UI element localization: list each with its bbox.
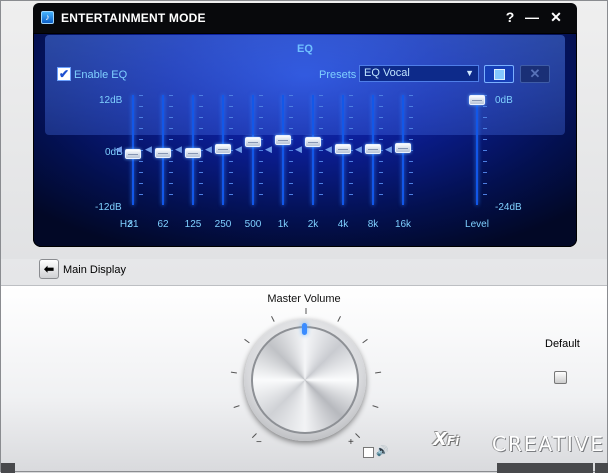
zero-marker-icon: ◀ — [325, 144, 332, 154]
freq-label-62: 62 — [157, 219, 169, 230]
volume-tick — [271, 316, 275, 322]
entertainment-mode-window: ♪ ENTERTAINMENT MODE ? — ✕ EQ ✔ Enable E… — [0, 0, 608, 473]
volume-tick — [244, 338, 250, 344]
eq-ticks — [319, 95, 323, 205]
eq-track — [312, 95, 314, 205]
level-slider[interactable] — [467, 95, 487, 205]
zero-marker-icon: ◀ — [295, 144, 302, 154]
freq-label-2k: 2k — [307, 219, 319, 230]
volume-tick — [233, 405, 240, 408]
volume-tick — [337, 316, 341, 322]
enable-eq-label: Enable EQ — [74, 69, 128, 81]
level-handle[interactable] — [469, 95, 485, 105]
zero-marker-icon: ◀ — [145, 144, 152, 154]
freq-label-500: 500 — [244, 219, 262, 230]
eq-slider-125[interactable]: ◀ — [175, 95, 203, 205]
mute-checkbox[interactable] — [363, 447, 374, 458]
zero-marker-icon: ◀ — [235, 144, 242, 154]
zero-marker-icon: ◀ — [205, 144, 212, 154]
volume-indicator-led — [302, 323, 307, 335]
creative-logo: CREATIVE — [492, 432, 606, 456]
eq-handle-1k[interactable] — [275, 135, 291, 145]
default-button[interactable] — [554, 371, 567, 384]
minimize-button[interactable]: — — [523, 8, 541, 26]
eq-slider-16k[interactable]: ◀ — [385, 95, 413, 205]
eq-slider-31[interactable]: ◀ — [115, 95, 143, 205]
volume-min-mark: − — [256, 437, 262, 448]
app-icon: ♪ — [41, 11, 54, 24]
zero-marker-icon: ◀ — [355, 144, 362, 154]
main-display-label: Main Display — [63, 264, 126, 276]
volume-tick — [375, 371, 382, 374]
eq-slider-1k[interactable]: ◀ — [265, 95, 293, 205]
preset-value: EQ Vocal — [364, 67, 410, 79]
eq-ticks — [259, 95, 263, 205]
zero-marker-icon: ◀ — [385, 144, 392, 154]
db-bottom-label: -12dB — [95, 202, 122, 213]
eq-handle-500[interactable] — [245, 137, 261, 147]
eq-handle-2k[interactable] — [305, 137, 321, 147]
default-label: Default — [545, 338, 580, 350]
eq-title: EQ — [297, 43, 313, 55]
volume-tick — [230, 371, 237, 374]
level-track — [476, 95, 478, 205]
eq-ticks — [289, 95, 293, 205]
eq-handle-125[interactable] — [185, 148, 201, 158]
level-label: Level — [465, 219, 489, 230]
eq-slider-500[interactable]: ◀ — [235, 95, 263, 205]
eq-screen: EQ ✔ Enable EQ Presets EQ Vocal ▼ ✕ 12dB… — [33, 33, 577, 247]
presets-dropdown[interactable]: EQ Vocal ▼ — [359, 65, 479, 82]
eq-handle-62[interactable] — [155, 148, 171, 158]
eq-handle-8k[interactable] — [365, 144, 381, 154]
eq-slider-250[interactable]: ◀ — [205, 95, 233, 205]
help-button[interactable]: ? — [501, 8, 519, 26]
zero-marker-icon: ◀ — [175, 144, 182, 154]
eq-slider-62[interactable]: ◀ — [145, 95, 173, 205]
save-preset-button[interactable] — [484, 65, 514, 83]
eq-slider-2k[interactable]: ◀ — [295, 95, 323, 205]
close-button[interactable]: ✕ — [547, 8, 565, 26]
freq-label-16k: 16k — [394, 219, 412, 230]
enable-eq-checkbox[interactable]: ✔ — [57, 67, 71, 81]
level-top-label: 0dB — [495, 95, 513, 106]
presets-label: Presets — [319, 69, 357, 81]
zero-marker-icon: ◀ — [115, 144, 122, 154]
volume-tick — [372, 405, 379, 408]
eq-slider-8k[interactable]: ◀ — [355, 95, 383, 205]
volume-tick — [362, 338, 368, 344]
speaker-icon: 🔊 — [376, 446, 389, 457]
close-icon: ✕ — [529, 66, 541, 81]
eq-track — [282, 95, 284, 205]
save-icon — [494, 69, 505, 80]
delete-preset-button[interactable]: ✕ — [520, 65, 550, 83]
eq-handle-16k[interactable] — [395, 143, 411, 153]
chevron-down-icon: ▼ — [465, 68, 474, 78]
freq-label-31: 31 — [127, 219, 139, 230]
master-volume-knob[interactable] — [251, 326, 359, 434]
freq-label-250: 250 — [214, 219, 232, 230]
eq-slider-4k[interactable]: ◀ — [325, 95, 353, 205]
freq-label-8k: 8k — [367, 219, 379, 230]
freq-label-4k: 4k — [337, 219, 349, 230]
arrow-left-icon: ⬅ — [43, 262, 55, 276]
db-top-label: 12dB — [99, 95, 123, 106]
volume-tick — [355, 433, 361, 439]
volume-max-mark: + — [348, 437, 354, 448]
main-display-button[interactable]: ⬅ — [39, 259, 59, 279]
eq-track — [252, 95, 254, 205]
window-title: ENTERTAINMENT MODE — [61, 11, 206, 25]
freq-label-1k: 1k — [277, 219, 289, 230]
eq-handle-250[interactable] — [215, 144, 231, 154]
freq-label-125: 125 — [184, 219, 202, 230]
xfi-logo: XFi — [433, 429, 460, 450]
eq-handle-31[interactable] — [125, 149, 141, 159]
level-bottom-label: -24dB — [495, 202, 522, 213]
level-ticks — [483, 95, 487, 205]
title-bar[interactable]: ♪ ENTERTAINMENT MODE ? — ✕ — [33, 3, 577, 33]
zero-marker-icon: ◀ — [265, 144, 272, 154]
eq-handle-4k[interactable] — [335, 144, 351, 154]
